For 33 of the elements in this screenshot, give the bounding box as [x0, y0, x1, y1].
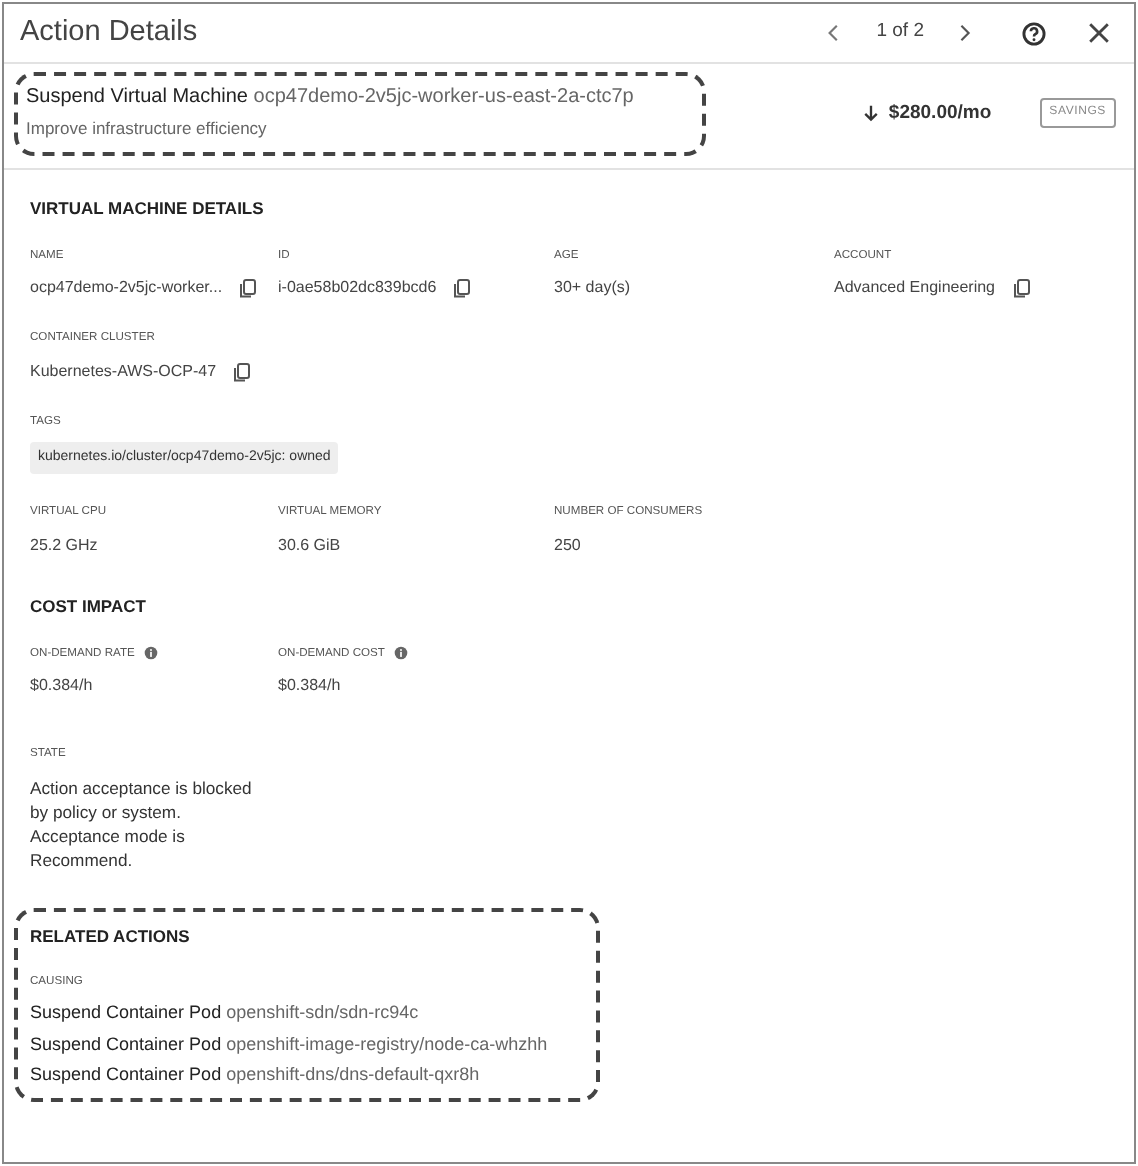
section-heading: VIRTUAL MACHINE DETAILS [30, 195, 266, 221]
field-value: 30.6 GiB [278, 533, 341, 558]
next-button[interactable] [956, 24, 974, 42]
page-indicator: 1 of 2 [876, 18, 924, 47]
copy-icon[interactable] [238, 278, 259, 299]
field-value: Advanced Engineering [834, 276, 996, 301]
field-value: i-0ae58b02dc839bcd6 [278, 276, 437, 301]
copy-icon[interactable] [232, 361, 253, 382]
field-value: 25.2 GHz [30, 533, 98, 558]
field-value: 250 [554, 533, 581, 558]
field-value: ocp47demo-2v5jc-worker... [30, 276, 223, 301]
info-icon[interactable] [394, 646, 409, 661]
field-value: $0.384/h [30, 674, 93, 699]
field-value: $0.384/h [278, 674, 341, 699]
panel-title: Action Details [20, 13, 198, 52]
close-icon[interactable] [1088, 22, 1110, 44]
related-action-link[interactable]: Suspend Container Pod openshift-image-registry/node-ca-whzhh [30, 1029, 580, 1061]
chevron-right-icon [956, 24, 974, 42]
savings-amount: $280.00/mo [888, 99, 992, 128]
section-heading: RELATED ACTIONS [30, 923, 192, 950]
action-title: Suspend Virtual Machine ocp47demo-2v5jc-worker-us-east-2a-ctc7p [26, 84, 636, 112]
related-action-link[interactable]: Suspend Container Pod openshift-dns/dns-default-qxr8h [30, 1060, 580, 1092]
copy-icon[interactable] [1011, 278, 1032, 299]
action-subtitle: Improve infrastructure efficiency [26, 116, 269, 142]
field-value: 30+ day(s) [554, 276, 631, 301]
info-icon[interactable] [144, 646, 159, 661]
copy-icon[interactable] [452, 278, 473, 299]
help-icon[interactable] [1022, 21, 1046, 45]
section-heading: COST IMPACT [30, 593, 148, 619]
down-arrow-icon [862, 104, 881, 123]
related-action-link[interactable]: Suspend Container Pod openshift-sdn/sdn-rc94c [30, 998, 580, 1030]
field-value: Action acceptance is blocked by policy or system. Acceptance mode is Recommend. [30, 775, 254, 872]
field-value: Kubernetes-AWS-OCP-47 [30, 359, 217, 384]
